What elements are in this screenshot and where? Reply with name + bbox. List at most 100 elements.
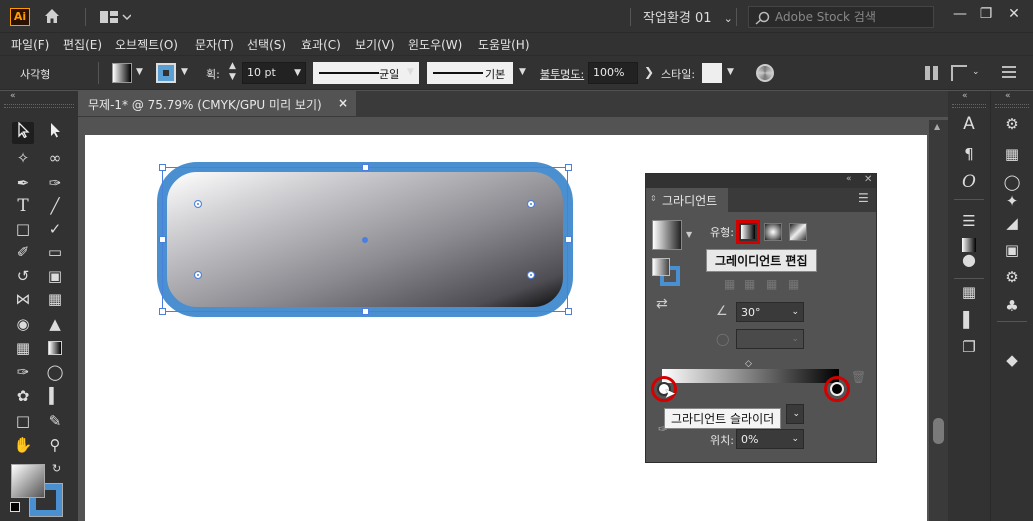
panel-menu-icon[interactable] xyxy=(1002,66,1016,78)
stroke-weight-field[interactable]: 10 pt ▼ xyxy=(242,62,306,84)
bbox-handle[interactable] xyxy=(565,236,572,243)
transparency-circles-panel[interactable]: ● xyxy=(958,249,980,271)
fill-stroke-indicator[interactable] xyxy=(652,258,680,286)
chevron-right-icon[interactable]: ❯ xyxy=(644,65,654,79)
vertical-scrollbar[interactable]: ▲ xyxy=(929,120,948,521)
trash-icon[interactable]: 🗑 xyxy=(851,370,866,384)
perspective-grid-tool-icon[interactable]: ▲ xyxy=(44,313,66,335)
maximize-button[interactable]: ❐ xyxy=(972,2,1000,28)
stroke-across-icon-2[interactable]: ▦ xyxy=(788,277,799,291)
arrange-documents-icon[interactable] xyxy=(99,9,132,25)
fill-swatch[interactable] xyxy=(112,63,132,83)
selection-tool-icon[interactable] xyxy=(12,121,34,144)
menu-file[interactable]: 파일(F) xyxy=(11,36,49,53)
type-tool-icon[interactable]: T xyxy=(12,195,34,217)
chevron-down-icon[interactable]: ▼ xyxy=(519,67,526,77)
stroke-within-icon[interactable]: ▦ xyxy=(724,277,735,291)
menu-select[interactable]: 선택(S) xyxy=(247,36,286,53)
fill-color-swatch[interactable] xyxy=(11,464,45,498)
bbox-handle[interactable] xyxy=(159,236,166,243)
scrollbar-thumb[interactable] xyxy=(933,418,944,444)
lasso-tool-icon[interactable]: ∞ xyxy=(44,147,66,169)
mesh-tool-icon[interactable]: ▦ xyxy=(12,337,34,359)
collapse-arrows-icon[interactable]: « xyxy=(1005,91,1011,101)
stroke-panel-icon[interactable]: ☰ xyxy=(958,210,980,232)
paintbrush-tool-icon[interactable]: ✓ xyxy=(44,218,66,240)
collapse-arrows-icon[interactable]: « xyxy=(846,174,852,184)
shape-builder-tool-icon[interactable]: ◉ xyxy=(12,313,34,335)
brush-dropdown[interactable]: 기본 xyxy=(427,62,513,84)
document-tab[interactable]: 무제-1* @ 75.79% (CMYK/GPU 미리 보기) × xyxy=(78,91,356,116)
bbox-handle[interactable] xyxy=(565,308,572,315)
artboard-tool-icon[interactable]: □ xyxy=(12,410,34,432)
recolor-artwork-icon[interactable] xyxy=(756,64,774,82)
slice-tool-icon[interactable]: ✎ xyxy=(44,410,66,432)
gradient-tool-icon[interactable] xyxy=(44,337,66,359)
stroke-profile-dropdown[interactable]: 균일 xyxy=(313,62,419,84)
blend-tool-icon[interactable]: ◯ xyxy=(44,361,66,383)
minimize-button[interactable]: — xyxy=(946,2,974,28)
style-swatch[interactable] xyxy=(702,63,722,83)
radial-gradient-button[interactable] xyxy=(764,223,782,241)
graphic-styles-panel-icon[interactable]: ▣ xyxy=(1001,239,1023,261)
workspace-switcher[interactable]: 작업환경 01 ⌄ xyxy=(643,7,733,26)
pen-tool-icon[interactable]: ✒ xyxy=(12,172,34,194)
direct-selection-tool-icon[interactable] xyxy=(44,122,66,144)
gradient-panel-tab[interactable]: ⇕ 그라디언트 xyxy=(646,188,728,212)
collapse-arrows-icon[interactable]: « xyxy=(10,91,16,101)
chevron-down-icon[interactable]: ⌄ xyxy=(972,67,980,77)
layers-panel-icon[interactable]: ◆ xyxy=(1001,349,1023,371)
linear-gradient-button[interactable] xyxy=(736,220,760,244)
bbox-handle[interactable] xyxy=(362,164,369,171)
menu-type[interactable]: 문자(T) xyxy=(195,36,234,53)
chevron-down-icon[interactable]: ▼ xyxy=(727,67,734,77)
opacity-dropdown[interactable]: ⌄ xyxy=(786,404,804,424)
eyedropper-tool-icon[interactable]: ✑ xyxy=(12,361,34,383)
align-icon[interactable] xyxy=(925,66,939,80)
menu-window[interactable]: 윈도우(W) xyxy=(408,36,462,53)
corner-widget[interactable] xyxy=(527,271,535,279)
paragraph-panel-icon[interactable]: ¶ xyxy=(958,143,980,165)
close-window-button[interactable]: ✕ xyxy=(1000,2,1028,28)
stock-search-input[interactable]: Adobe Stock 검색 xyxy=(748,6,934,28)
chevron-down-icon[interactable]: ▼ xyxy=(686,230,692,239)
stepper-icon[interactable]: ▲ ▼ xyxy=(229,61,236,83)
location-field[interactable]: 0% ⌄ xyxy=(736,429,804,449)
chevron-down-icon[interactable]: ▼ xyxy=(136,67,143,77)
opacity-field[interactable]: 100% xyxy=(588,62,638,84)
align-panel-icon[interactable]: ▌ xyxy=(958,309,980,331)
panel-menu-icon[interactable]: ☰ xyxy=(858,191,869,205)
character-panel-icon[interactable]: A xyxy=(958,113,980,135)
stroke-across-icon[interactable]: ▦ xyxy=(766,277,777,291)
menu-view[interactable]: 보기(V) xyxy=(355,36,395,53)
reverse-gradient-icon[interactable]: ⇄ xyxy=(656,296,668,312)
freeform-gradient-button[interactable] xyxy=(789,223,807,241)
chevron-down-icon[interactable]: ▼ xyxy=(181,67,188,77)
swatches-panel-icon[interactable]: ▦ xyxy=(1001,143,1023,165)
stroke-along-icon[interactable]: ▦ xyxy=(744,277,755,291)
bbox-handle[interactable] xyxy=(159,164,166,171)
gradient-ramp[interactable] xyxy=(662,369,839,383)
chevron-down-icon[interactable]: ▼ xyxy=(407,67,414,77)
brushes-panel-icon[interactable]: ✦ xyxy=(1001,190,1023,212)
corner-widget[interactable] xyxy=(194,200,202,208)
corner-widget[interactable] xyxy=(527,200,535,208)
close-panel-icon[interactable]: ✕ xyxy=(864,174,872,185)
midpoint-diamond-icon[interactable]: ◇ xyxy=(745,359,752,369)
collapse-arrows-icon[interactable]: « xyxy=(962,91,968,101)
libraries-panel-icon[interactable]: ⚙ xyxy=(1001,113,1023,135)
line-tool-icon[interactable]: ╱ xyxy=(44,195,66,217)
color-panel-icon[interactable]: ◢ xyxy=(1001,212,1023,234)
angle-field[interactable]: 30° ⌄ xyxy=(736,302,804,322)
gradient-preview-swatch[interactable] xyxy=(652,220,682,250)
corner-widget[interactable] xyxy=(194,271,202,279)
shaper-tool-icon[interactable]: ✐ xyxy=(12,241,34,263)
bbox-handle[interactable] xyxy=(565,164,572,171)
hand-tool-icon[interactable]: ✋ xyxy=(12,434,34,456)
curvature-tool-icon[interactable]: ✑ xyxy=(44,172,66,194)
default-colors-icon[interactable] xyxy=(10,502,20,512)
appearance-panel-icon[interactable]: ⚙ xyxy=(1001,266,1023,288)
eraser-tool-icon[interactable]: ▭ xyxy=(44,241,66,263)
pathfinder-panel-icon[interactable]: ❐ xyxy=(958,336,980,358)
menu-effect[interactable]: 효과(C) xyxy=(301,36,341,53)
